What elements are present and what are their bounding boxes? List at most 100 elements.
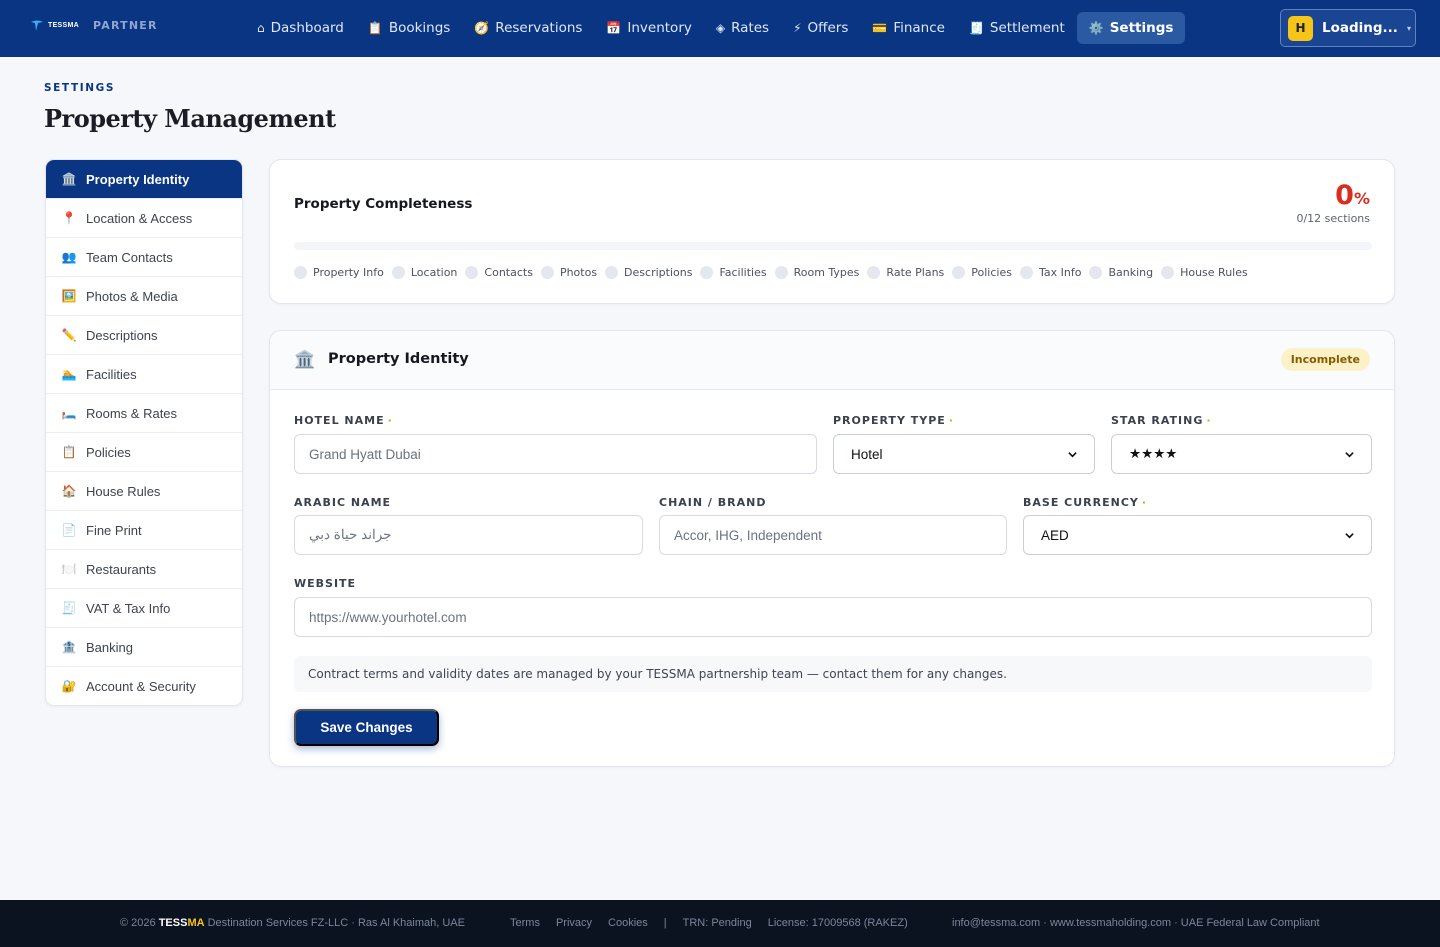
bank-icon: 🏦 [61, 640, 77, 654]
nav-dashboard[interactable]: ⌂ Dashboard [245, 12, 356, 44]
sidebar-item-label: Team Contacts [86, 249, 173, 265]
sidebar-item-property-identity[interactable]: 🏛️ Property Identity [46, 160, 242, 198]
section-chip: Contacts [465, 266, 533, 279]
required-marker: · [1206, 414, 1212, 427]
chevron-down-icon [1068, 451, 1077, 457]
property-type-select[interactable]: Hotel [833, 434, 1095, 474]
sidebar-item-banking[interactable]: 🏦 Banking [46, 627, 242, 666]
nav-label: Reservations [495, 20, 583, 36]
nav-inventory[interactable]: 📅 Inventory [594, 12, 703, 44]
section-chip: Policies [952, 266, 1012, 279]
status-badge: Incomplete [1280, 348, 1370, 371]
page-title: Property Management [44, 104, 336, 133]
footer-link-terms[interactable]: Terms [510, 917, 540, 929]
nav-label: Rates [731, 20, 770, 36]
section-label: Room Types [793, 266, 860, 279]
completeness-card: Property Completeness 0% 0/12 sections P… [269, 159, 1395, 304]
section-chips: Property Info Location Contacts Photos D… [294, 266, 1248, 279]
bed-icon: 🛏️ [61, 406, 77, 420]
status-dot-icon [1161, 266, 1175, 279]
sidebar-item-label: Rooms & Rates [86, 405, 178, 421]
sidebar-item-label: Policies [86, 444, 131, 460]
page-eyebrow: SETTINGS [44, 82, 115, 94]
sidebar-item-facilities[interactable]: 🏊 Facilities [46, 354, 242, 393]
settings-sidebar: 🏛️ Property Identity 📍 Location & Access 👥… [45, 159, 243, 706]
section-label: Photos [559, 266, 598, 279]
pencil-icon: ✏️ [61, 328, 77, 342]
section-chip: Photos [540, 266, 598, 279]
sidebar-item-restaurants[interactable]: 🍽️ Restaurants [46, 549, 242, 588]
section-label: Property Info [313, 266, 384, 279]
brand[interactable]: TESSMA PARTNER [30, 18, 158, 32]
user-name: Loading... [1322, 20, 1398, 36]
chain-brand-label: CHAIN / BRAND [659, 496, 767, 509]
footer-separator: | [663, 917, 667, 929]
sidebar-item-rooms-rates[interactable]: 🛏️ Rooms & Rates [46, 393, 242, 432]
footer-link-privacy[interactable]: Privacy [556, 917, 592, 929]
nav-label: Settlement [989, 20, 1065, 36]
section-chip: Facilities [700, 266, 767, 279]
save-changes-button[interactable]: Save Changes [294, 709, 439, 746]
user-menu-button[interactable]: H Loading... ▾ [1280, 9, 1416, 47]
nav-offers[interactable]: ⚡ Offers [781, 12, 860, 44]
sidebar-item-fine-print[interactable]: 📄 Fine Print [46, 510, 242, 549]
sidebar-item-house-rules[interactable]: 🏠 House Rules [46, 471, 242, 510]
section-chip: Tax Info [1019, 266, 1082, 279]
nav-bookings[interactable]: 📋 Bookings [356, 12, 462, 44]
nav-label: Finance [893, 20, 945, 36]
footer-trn: TRN: Pending [682, 917, 752, 929]
sidebar-item-location-access[interactable]: 📍 Location & Access [46, 198, 242, 237]
required-marker: · [1141, 496, 1148, 509]
selected-value: Hotel [851, 446, 883, 462]
brand-logo[interactable]: TESSMA [30, 18, 79, 32]
sidebar-item-label: Account & Security [86, 678, 196, 694]
sidebar-item-policies[interactable]: 📋 Policies [46, 432, 242, 471]
arabic-name-label: ARABIC NAME [294, 496, 392, 509]
avatar: H [1288, 15, 1313, 41]
sidebar-item-label: Fine Print [86, 522, 142, 538]
nav-finance[interactable]: 💳 Finance [860, 12, 957, 44]
clipboard-icon: 📋 [61, 445, 77, 459]
nav-settlement[interactable]: 🧾 Settlement [957, 12, 1077, 44]
nav-settings[interactable]: ⚙️ Settings [1076, 12, 1186, 44]
document-icon: 📄 [61, 523, 77, 537]
copy-tess: TESS [158, 917, 188, 929]
status-dot-icon [605, 266, 619, 279]
hotel-name-input[interactable]: Grand Hyatt Dubai [294, 434, 817, 474]
sidebar-item-vat-tax[interactable]: 🧾 VAT & Tax Info [46, 588, 242, 627]
section-label: Tax Info [1038, 266, 1082, 279]
section-chip: Location [391, 266, 457, 279]
sidebar-item-account-security[interactable]: 🔐 Account & Security [46, 666, 242, 705]
label-text: HOTEL NAME [294, 414, 385, 427]
star-rating-select[interactable]: ★★★★ [1111, 434, 1372, 474]
receipt-icon: 🧾 [968, 21, 984, 35]
required-marker: · [387, 414, 393, 427]
label-text: PROPERTY TYPE [833, 414, 946, 427]
base-currency-select[interactable]: AED [1023, 515, 1372, 555]
arabic-name-input[interactable]: جراند حياة دبي [294, 515, 643, 555]
sidebar-item-photos-media[interactable]: 🖼️ Photos & Media [46, 276, 242, 315]
chevron-down-icon: ▾ [1406, 23, 1411, 33]
sidebar-item-descriptions[interactable]: ✏️ Descriptions [46, 315, 242, 354]
users-icon: 👥 [61, 250, 77, 264]
section-label: Descriptions [624, 266, 693, 279]
nav-reservations[interactable]: 🧭 Reservations [462, 12, 594, 44]
footer-contact: info@tessma.com · www.tessmaholding.com … [952, 917, 1320, 929]
lightning-icon: ⚡ [793, 21, 802, 35]
footer-link-cookies[interactable]: Cookies [608, 917, 648, 929]
house-icon: 🏠 [61, 484, 77, 498]
status-dot-icon [391, 266, 405, 279]
completeness-percent: 0% [1335, 180, 1370, 211]
chain-brand-input[interactable]: Accor, IHG, Independent [659, 515, 1007, 555]
section-label: Facilities [719, 266, 767, 279]
nav-rates[interactable]: ◈ Rates [704, 12, 781, 44]
section-chip: Banking [1089, 266, 1153, 279]
section-chip: Room Types [774, 266, 860, 279]
nav-label: Offers [807, 20, 849, 36]
property-identity-card: 🏛️ Property Identity Incomplete HOTEL NA… [269, 330, 1395, 767]
compass-icon: 🧭 [474, 21, 490, 35]
section-label: Contacts [484, 266, 533, 279]
section-chip: House Rules [1161, 266, 1248, 279]
website-input[interactable]: https://www.yourhotel.com [294, 597, 1372, 637]
sidebar-item-team-contacts[interactable]: 👥 Team Contacts [46, 237, 242, 276]
